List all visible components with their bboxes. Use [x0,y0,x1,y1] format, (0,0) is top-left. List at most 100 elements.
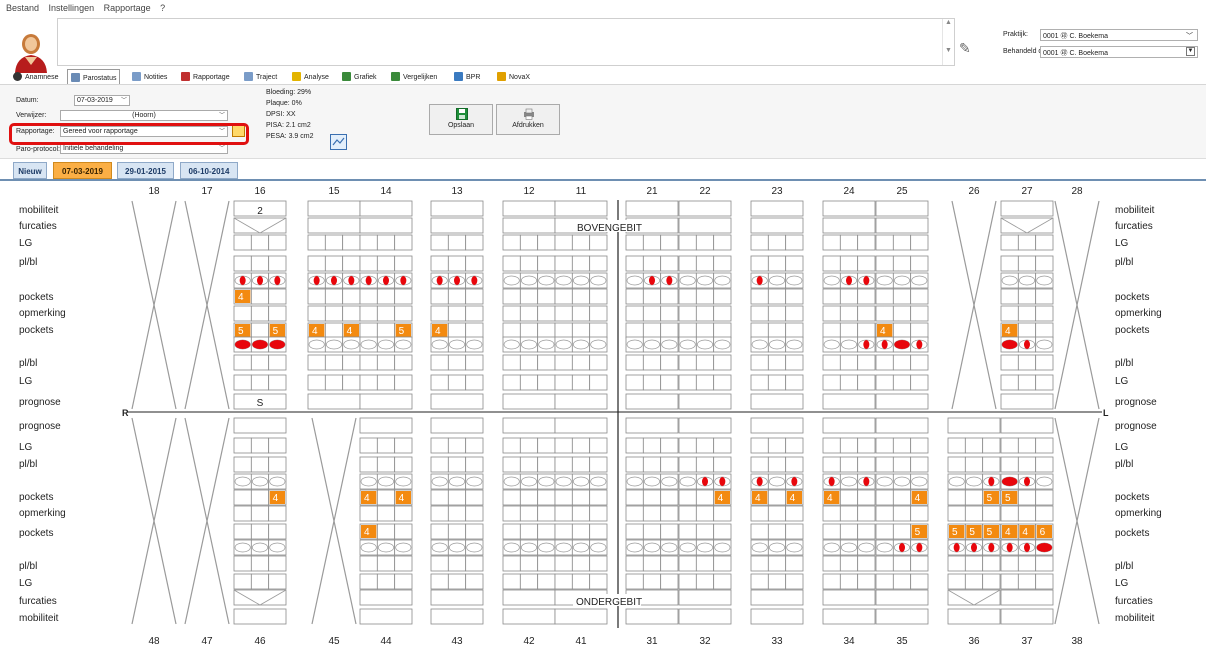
menu-bestand[interactable]: Bestand [6,3,39,13]
tooth-32-site-cell [678,456,697,473]
bleeding-dot-large [1002,340,1018,349]
site-oval [626,339,643,350]
date-tab-06-10-2014[interactable]: 06-10-2014 [180,162,238,179]
tooth-27-site-cell [1035,354,1054,371]
tooth-36-site-cell [982,437,1001,454]
site-oval [448,476,466,487]
tooth-16-site-cell [250,374,270,391]
chart-view-icon[interactable] [330,134,347,150]
tooth-23-site-cell [750,255,769,272]
tooth-32-site-cell [695,555,715,572]
tab-parostatus[interactable]: Parostatus [67,69,121,84]
tooth-31-site-cell [660,437,679,454]
tab-novax[interactable]: NovaX [494,69,533,84]
tooth-43-site-cell [430,456,449,473]
notes-scrollbar[interactable]: ▲ ▼ [942,19,954,65]
site-oval [395,542,412,553]
tooth-31-site-cell [642,555,662,572]
site-oval [823,339,840,350]
bleeding-dot [649,276,655,285]
site-oval [234,476,251,487]
vergelijken-icon [391,72,400,81]
tooth-32-box-cell [678,417,732,434]
row-label-pockets: pockets [1115,492,1149,503]
tooth-15-site-cell [324,255,344,272]
pocket-depth-value: 4 [273,493,279,504]
site-oval [768,476,786,487]
tooth-13-site-cell [447,354,467,371]
tooth-33-site-cell [767,437,787,454]
tooth-31-site-cell [625,523,644,540]
site-oval [572,542,590,553]
pocket-depth-value: 5 [399,326,405,337]
afdrukken-button[interactable]: Afdrukken [496,104,560,135]
date-tab-Nieuw[interactable]: Nieuw [13,162,47,179]
tab-grafiek[interactable]: Grafiek [339,69,380,84]
tooth-34-site-cell [839,505,859,522]
tooth-11-site-cell [571,288,591,305]
notes-textarea[interactable]: ▲ ▼ [57,18,955,66]
tab-notities[interactable]: Notities [129,69,170,84]
tooth-27-site-cell [1017,354,1037,371]
tab-analyse[interactable]: Analyse [289,69,332,84]
tooth-22-site-cell [695,255,715,272]
tooth-16-site-cell [233,255,252,272]
tooth-16-site-cell [250,354,270,371]
opslaan-button[interactable]: Opslaan [429,104,493,135]
tooth-12-furc-cell [502,217,556,234]
tooth-22-site-cell [695,234,715,251]
tab-rapportage[interactable]: Rapportage [178,69,233,84]
site-oval [555,542,572,553]
pocket-depth-value: 4 [1005,326,1011,337]
tab-anamnese[interactable]: Anamnese [10,69,61,84]
tooth-34-site-cell [822,523,841,540]
tab-bpr[interactable]: BPR [451,69,483,84]
tooth-36-site-cell [982,573,1001,590]
tab-vergelijken[interactable]: Vergelijken [388,69,440,84]
tooth-34-site-cell [822,555,841,572]
row-label-LG: LG [1115,442,1129,453]
tooth-21-site-cell [642,322,662,339]
pocket-depth-value: 4 [880,326,886,337]
bleeding-dot [953,543,960,552]
novax-icon [497,72,506,81]
tooth-14-site-cell [359,234,378,251]
row-label-prognose: prognose [19,421,61,432]
site-oval [590,542,607,553]
attachment-icon[interactable]: ✎ [959,40,977,60]
tooth-36-site-cell [964,489,984,506]
row-label-prognose: prognose [1115,421,1157,432]
row-label-mobiliteit: mobiliteit [1115,613,1155,624]
tooth-13-site-cell [447,255,467,272]
behandeld-door-select[interactable]: 0001 ㊞ C. Boekema ▼ [1040,46,1198,58]
tooth-41-site-cell [571,573,591,590]
tooth-46-site-cell [250,555,270,572]
tab-traject[interactable]: Traject [241,69,280,84]
verwijzer-select[interactable]: (Hoorn) ﹀ [60,110,228,121]
tooth-44-site-cell [376,437,396,454]
dropdown-button-icon: ▼ [1186,47,1195,56]
tooth-12-site-cell [502,374,521,391]
datum-picker[interactable]: 07-03-2019 ﹀ [74,95,130,106]
menu-instellingen[interactable]: Instellingen [49,3,95,13]
site-oval [786,542,803,553]
praktijk-select[interactable]: 0001 ㊞ C. Boekema ﹀ [1040,29,1198,41]
tooth-23-site-cell [767,322,787,339]
tooth-14-site-cell [394,374,413,391]
tooth-11-site-cell [554,255,573,272]
date-tab-29-01-2015[interactable]: 29-01-2015 [117,162,174,179]
grafiek-icon [342,72,351,81]
tooth-46-furc-cell [233,589,287,606]
tooth-15-site-cell [324,354,344,371]
tooth-33-site-cell [767,555,787,572]
tooth-46-site-cell [268,555,287,572]
tooth-46-site-cell [268,456,287,473]
date-tab-07-03-2019[interactable]: 07-03-2019 [53,162,112,179]
row-label-mobiliteit: mobiliteit [19,613,59,624]
right-marker: R [122,408,129,418]
site-oval [679,275,696,286]
menu-rapportage[interactable]: Rapportage [104,3,151,13]
menu-help[interactable]: ? [160,3,165,13]
mobility-value: 2 [257,206,263,217]
row-label-opmerking: opmerking [19,308,66,319]
